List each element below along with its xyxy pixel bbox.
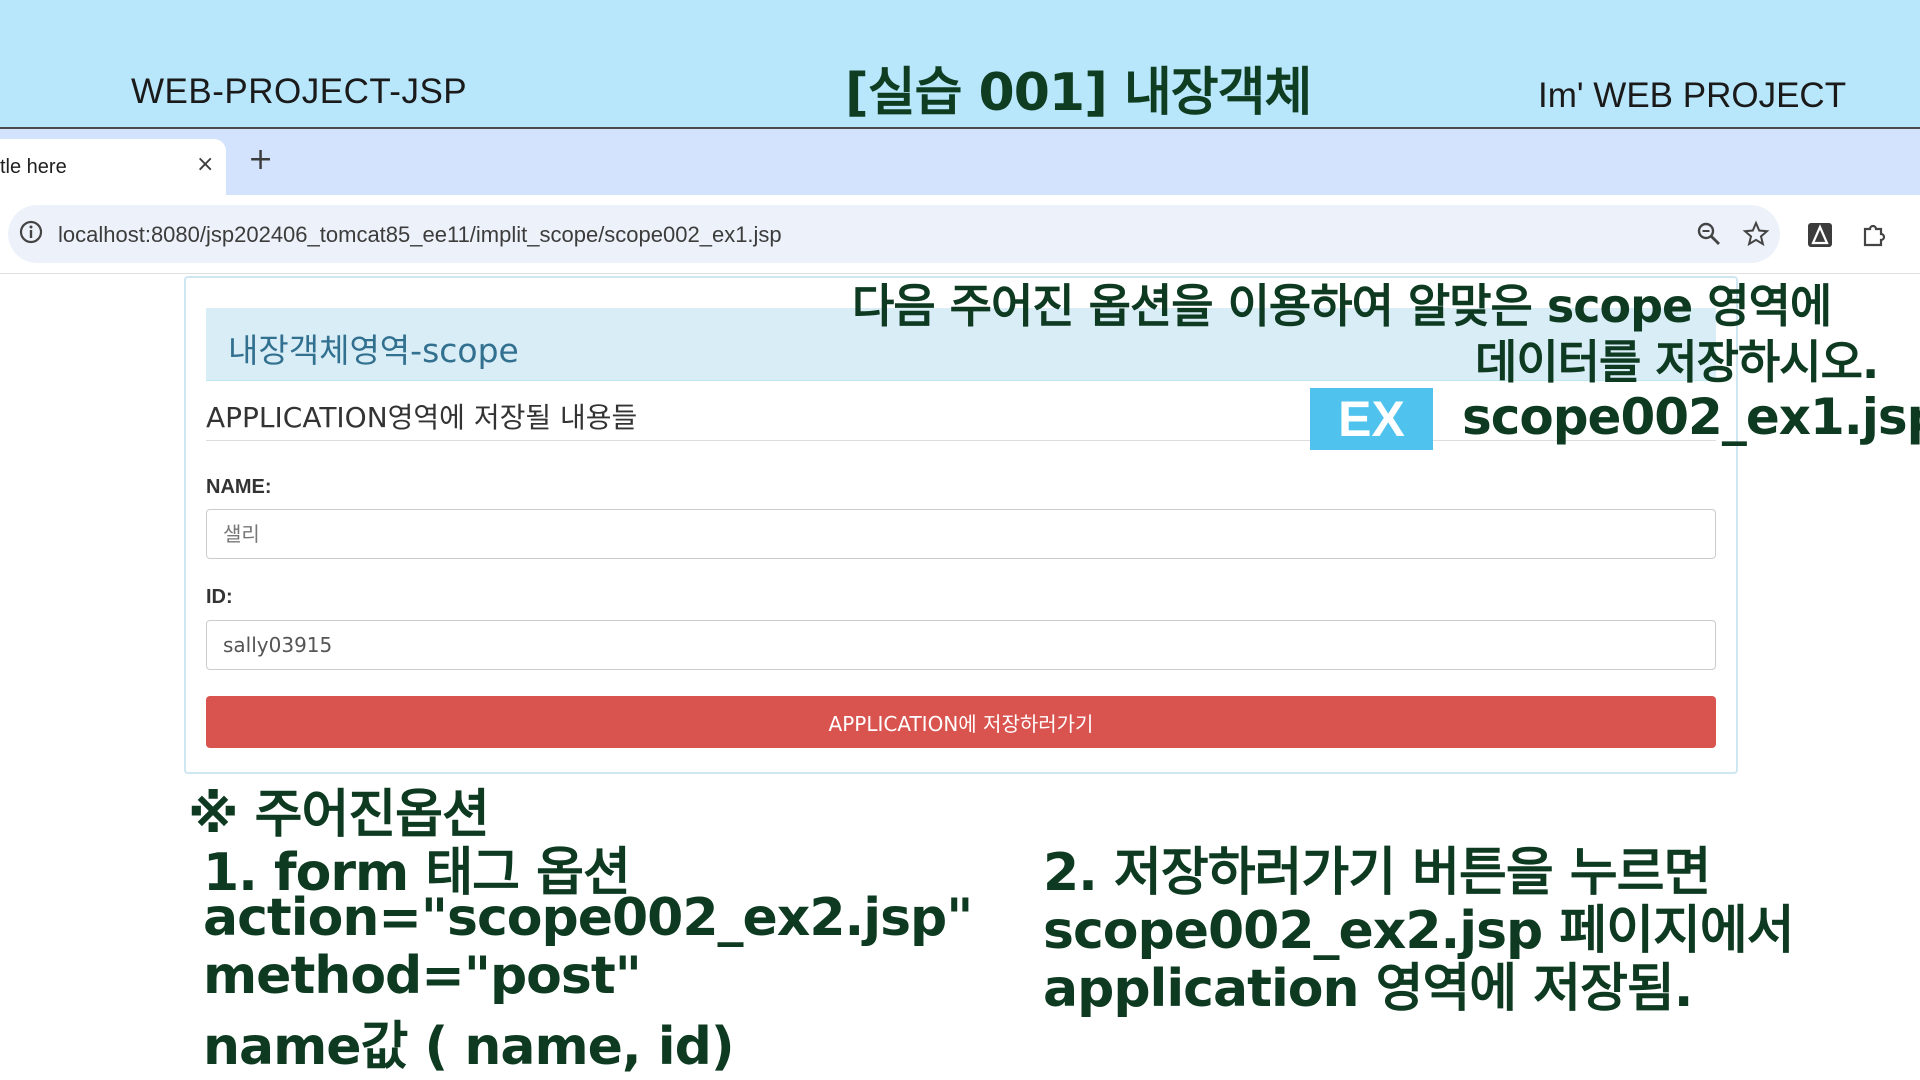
close-icon[interactable]: × [196, 152, 214, 177]
example-filename: scope002_ex1.jsp [1462, 388, 1920, 446]
address-bar[interactable]: localhost:8080/jsp202406_tomcat85_ee11/i… [8, 205, 1780, 263]
new-tab-button[interactable]: + [248, 145, 273, 175]
panel-heading-text: 내장객체영역-scope [228, 331, 519, 370]
banner-brand: Im' WEB PROJECT [1538, 76, 1847, 115]
section-title: APPLICATION영역에 저장될 내용들 [206, 401, 638, 434]
zoom-icon[interactable] [1696, 221, 1722, 247]
browser-tabstrip: tle here × + [0, 129, 1920, 195]
name-input[interactable] [206, 509, 1716, 559]
name-label: NAME: [206, 476, 272, 498]
tab-title: tle here [0, 156, 67, 178]
instruction-line-2: 데이터를 저장하시오. [1475, 335, 1879, 389]
browser-toolbar: localhost:8080/jsp202406_tomcat85_ee11/i… [0, 195, 1920, 274]
slide: WEB-PROJECT-JSP [실습 001] 내장객체 Im' WEB PR… [0, 0, 1920, 1080]
title-banner: WEB-PROJECT-JSP [실습 001] 내장객체 Im' WEB PR… [0, 0, 1920, 129]
save-to-application-button[interactable]: APPLICATION에 저장하러가기 [206, 696, 1716, 748]
id-input[interactable] [206, 620, 1716, 670]
puzzle-icon[interactable] [1860, 220, 1888, 248]
banner-title: [실습 001] 내장객체 [845, 63, 1312, 123]
extension-icon[interactable] [1806, 221, 1834, 249]
info-icon[interactable] [18, 219, 44, 245]
bookmark-star-icon[interactable] [1742, 220, 1770, 248]
step2-line: application 영역에 저장됨. [1043, 959, 1694, 1019]
option-line: method="post" [203, 946, 642, 1006]
option-line: action="scope002_ex2.jsp" [203, 888, 973, 948]
ex-badge: EX [1310, 388, 1433, 450]
id-label: ID: [206, 586, 233, 608]
url-text[interactable]: localhost:8080/jsp202406_tomcat85_ee11/i… [58, 222, 782, 248]
browser-tab[interactable]: tle here × [0, 139, 226, 195]
banner-project-label: WEB-PROJECT-JSP [131, 72, 468, 111]
option-line: name값 ( name, id) [203, 1017, 735, 1077]
